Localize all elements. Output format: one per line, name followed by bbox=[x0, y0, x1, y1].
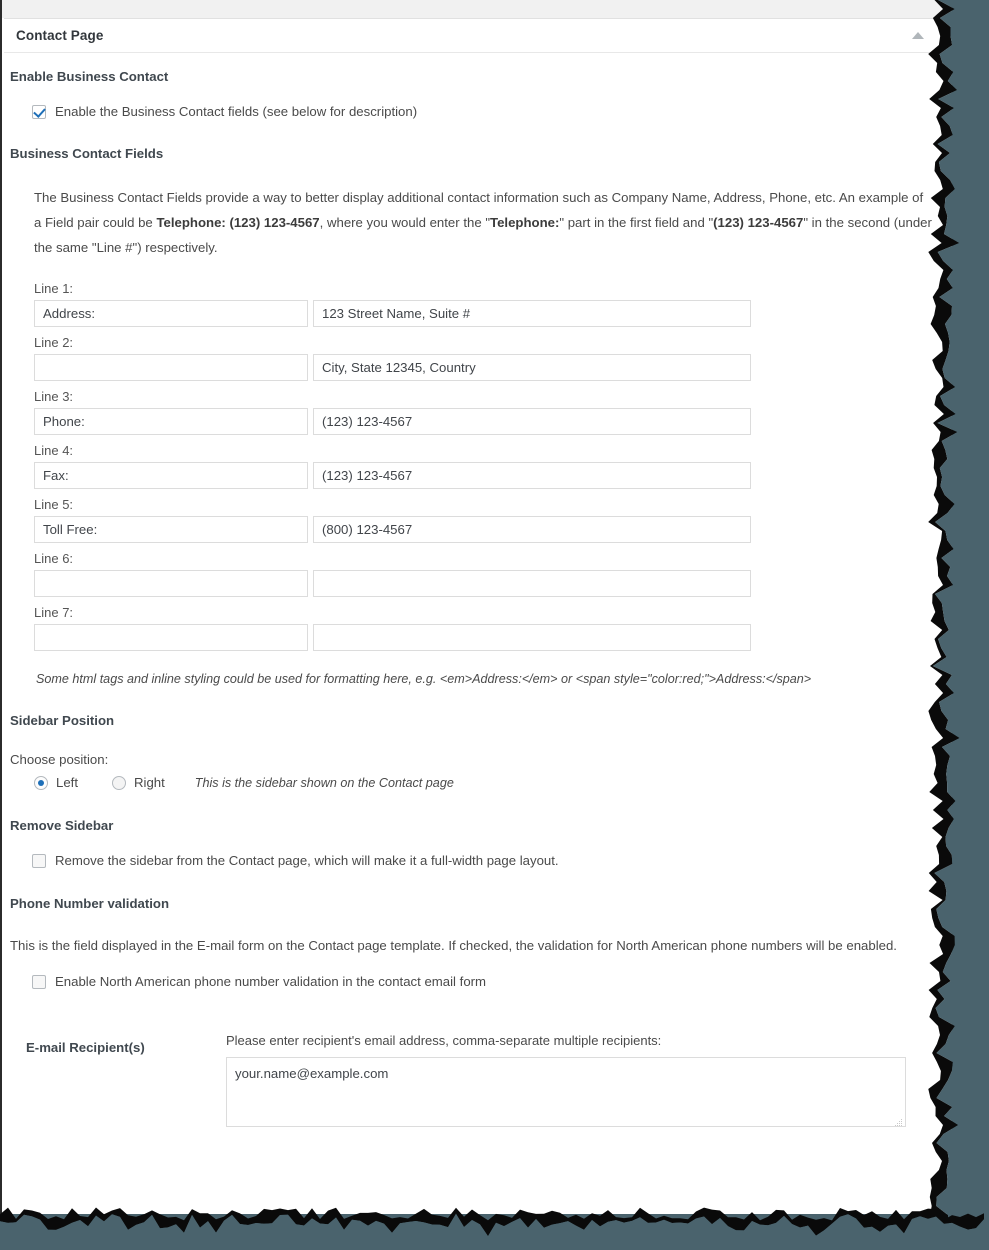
sidebar-position-left-radio[interactable] bbox=[34, 776, 48, 791]
desc-bold-1: Telephone: (123) 123-4567 bbox=[156, 214, 320, 230]
line-label: Line 4: bbox=[34, 442, 74, 458]
line-2-value-input[interactable] bbox=[313, 353, 751, 381]
email-recipients-block: E-mail Recipient(s) Please enter recipie… bbox=[10, 1030, 924, 1130]
line-7-label-input[interactable] bbox=[34, 623, 308, 651]
section-heading-remove-sidebar: Remove Sidebar bbox=[10, 817, 114, 833]
line-field-row bbox=[34, 353, 924, 381]
line-field-row bbox=[34, 623, 924, 651]
line-label: Line 1: bbox=[34, 280, 74, 296]
torn-page-root: Contact Page Enable Business Contact Ena… bbox=[0, 0, 989, 1250]
line-1-label-input[interactable] bbox=[34, 299, 308, 327]
phone-validation-row[interactable]: Enable North American phone number valid… bbox=[32, 974, 924, 990]
line-field-row bbox=[34, 299, 924, 327]
line-field-row bbox=[34, 515, 924, 543]
email-recipients-label: E-mail Recipient(s) bbox=[26, 1040, 145, 1056]
phone-validation-description: This is the field displayed in the E-mai… bbox=[10, 938, 897, 954]
page-title: Contact Page bbox=[16, 28, 104, 43]
business-contact-line-fields: Line 1: Line 2: Line 3: Line 4: Line 5: Line … bbox=[34, 278, 924, 651]
email-recipients-textarea[interactable] bbox=[226, 1057, 906, 1128]
line-label: Line 3: bbox=[34, 388, 74, 404]
page-top-gutter bbox=[0, 0, 952, 18]
phone-validation-label: Enable North American phone number valid… bbox=[55, 974, 487, 990]
enable-business-contact-checkbox[interactable] bbox=[32, 104, 46, 119]
line-4-label-input[interactable] bbox=[34, 461, 308, 489]
enable-business-contact-label: Enable the Business Contact fields (see … bbox=[55, 103, 418, 119]
remove-sidebar-label: Remove the sidebar from the Contact page… bbox=[55, 853, 559, 869]
enable-business-contact-row[interactable]: Enable the Business Contact fields (see … bbox=[32, 103, 924, 120]
line-6-value-input[interactable] bbox=[313, 569, 751, 597]
section-heading-sidebar-position: Sidebar Position bbox=[10, 712, 115, 728]
desc-bold-2: Telephone: bbox=[490, 214, 560, 230]
desc-bold-3: (123) 123-4567 bbox=[713, 214, 804, 230]
line-5-value-input[interactable] bbox=[313, 515, 751, 543]
desc-part-2: , where you would enter the " bbox=[319, 214, 490, 230]
business-contact-fields-description: The Business Contact Fields provide a wa… bbox=[34, 185, 932, 260]
sidebar-position-right-label: Right bbox=[134, 774, 165, 790]
triangle-up-icon[interactable] bbox=[912, 32, 924, 39]
line-label: Line 7: bbox=[34, 604, 74, 620]
sidebar-position-left-label: Left bbox=[56, 774, 78, 790]
line-7-value-input[interactable] bbox=[313, 623, 751, 651]
email-recipients-field-group: Please enter recipient's email address, … bbox=[226, 1030, 924, 1130]
line-field-row bbox=[34, 461, 924, 489]
line-4-value-input[interactable] bbox=[313, 461, 751, 489]
remove-sidebar-checkbox[interactable] bbox=[32, 854, 46, 869]
sidebar-position-right-radio[interactable] bbox=[112, 776, 126, 791]
sidebar-position-radio-group: Left Right This is the sidebar shown on … bbox=[34, 774, 924, 791]
phone-validation-checkbox[interactable] bbox=[32, 975, 46, 990]
contact-page-metabox: Contact Page Enable Business Contact Ena… bbox=[4, 18, 938, 1131]
line-label: Line 5: bbox=[34, 496, 74, 512]
section-heading-enable-business-contact: Enable Business Contact bbox=[10, 69, 169, 84]
section-heading-business-contact-fields: Business Contact Fields bbox=[10, 145, 164, 161]
line-3-value-input[interactable] bbox=[313, 407, 751, 435]
sidebar-position-note: This is the sidebar shown on the Contact… bbox=[194, 776, 454, 791]
email-recipients-hint: Please enter recipient's email address, … bbox=[226, 1033, 662, 1049]
desc-part-3: " part in the first field and " bbox=[559, 214, 714, 230]
line-3-label-input[interactable] bbox=[34, 407, 308, 435]
line-label: Line 2: bbox=[34, 334, 74, 350]
line-1-value-input[interactable] bbox=[313, 299, 751, 327]
html-formatting-hint: Some html tags and inline styling could … bbox=[36, 671, 812, 686]
metabox-body: Enable Business Contact Enable the Busin… bbox=[4, 53, 938, 1130]
line-field-row bbox=[34, 569, 924, 597]
section-heading-phone-validation: Phone Number validation bbox=[10, 896, 170, 912]
remove-sidebar-row[interactable]: Remove the sidebar from the Contact page… bbox=[32, 853, 924, 869]
settings-paper: Contact Page Enable Business Contact Ena… bbox=[0, 18, 952, 1214]
line-5-label-input[interactable] bbox=[34, 515, 308, 543]
metabox-header[interactable]: Contact Page bbox=[4, 18, 938, 53]
line-6-label-input[interactable] bbox=[34, 569, 308, 597]
line-field-row bbox=[34, 407, 924, 435]
email-recipients-textarea-wrap bbox=[226, 1057, 906, 1130]
choose-position-label: Choose position: bbox=[10, 751, 109, 767]
line-2-label-input[interactable] bbox=[34, 353, 308, 381]
line-label: Line 6: bbox=[34, 550, 74, 566]
